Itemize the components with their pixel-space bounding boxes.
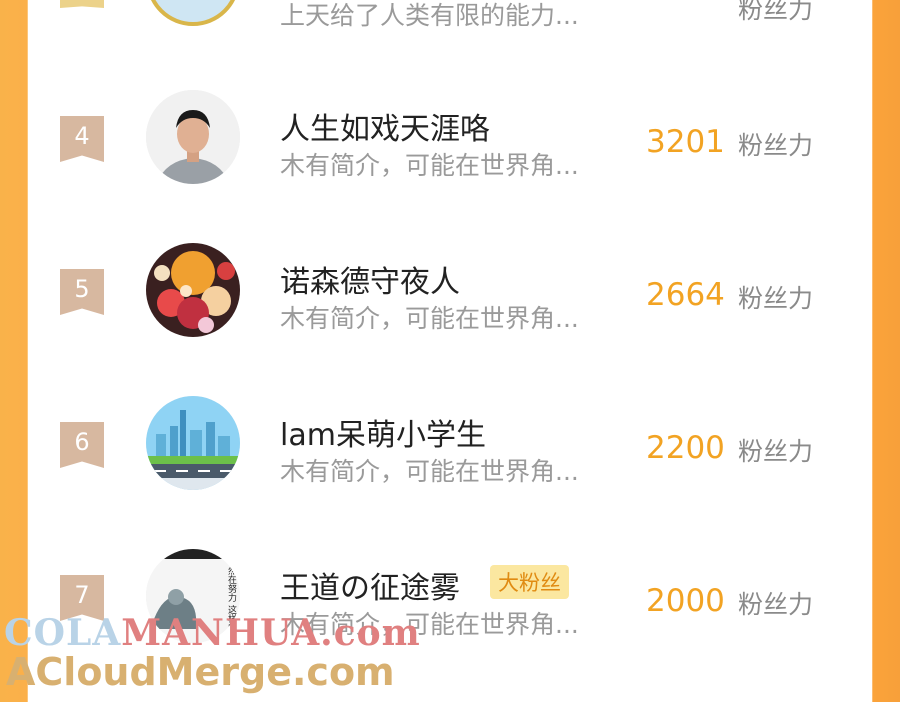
list-item-partial[interactable]: 上天给了人类有限的能力... 粉丝力 — [28, 0, 872, 50]
list-item[interactable]: 6 lam呆萌小学生 木有简介，可能在世界角... 2200 粉丝力 — [28, 368, 872, 518]
fan-power-score: 2664 — [646, 277, 725, 313]
rank-badge: 5 — [60, 269, 104, 315]
person-photo-avatar[interactable] — [146, 90, 240, 184]
city-skyline-icon — [146, 396, 240, 490]
big-fan-badge: 大粉丝 — [490, 565, 569, 599]
user-name[interactable]: 王道の征途雾 — [280, 563, 460, 607]
watermark-cola-b: MANHUA.com — [121, 612, 421, 654]
fan-power-unit: 粉丝力 — [738, 131, 814, 160]
watermark-acloudmerge: ACloudMerge.com — [6, 650, 395, 694]
list-item[interactable]: 4 人生如戏天涯咯 木有简介，可能在世界角... 3201 粉丝力 — [28, 62, 872, 212]
user-name[interactable]: 诺森德守夜人 — [280, 257, 460, 301]
watermark-cola-a: COLA — [4, 612, 122, 654]
user-description: 木有简介，可能在世界角... — [280, 457, 579, 486]
avatar[interactable] — [146, 0, 240, 26]
user-name[interactable]: lam呆萌小学生 — [280, 410, 486, 454]
watermark-cola: COLAMANHUA.com — [4, 612, 421, 654]
fan-power-score: 2200 — [646, 430, 725, 466]
list-item[interactable]: 5 诺森德守夜人 木有简介，可能在世界角... 2664 粉丝力 — [28, 215, 872, 365]
anime-art-icon — [146, 243, 240, 337]
fan-power-unit: 粉丝力 — [738, 437, 814, 466]
city-skyline-avatar[interactable] — [146, 396, 240, 490]
fan-power-unit: 粉丝力 — [738, 590, 814, 619]
user-description: 木有简介，可能在世界角... — [280, 304, 579, 333]
fan-power-score: 3201 — [646, 124, 725, 160]
fan-power-unit: 粉丝力 — [738, 0, 814, 24]
fan-ranking-panel: 上天给了人类有限的能力... 粉丝力 4 人生如戏天涯咯 木有简介，可能在世界角… — [28, 0, 872, 702]
user-description: 木有简介，可能在世界角... — [280, 151, 579, 180]
fan-power-score: 2000 — [646, 583, 725, 619]
rank-badge — [60, 0, 104, 8]
rank-badge: 4 — [60, 116, 104, 162]
rank-badge: 6 — [60, 422, 104, 468]
user-description: 上天给了人类有限的能力... — [280, 1, 579, 30]
anime-art-avatar[interactable] — [146, 243, 240, 337]
person-photo-icon — [146, 90, 240, 184]
fan-power-unit: 粉丝力 — [738, 284, 814, 313]
user-name[interactable]: 人生如戏天涯咯 — [280, 104, 490, 148]
